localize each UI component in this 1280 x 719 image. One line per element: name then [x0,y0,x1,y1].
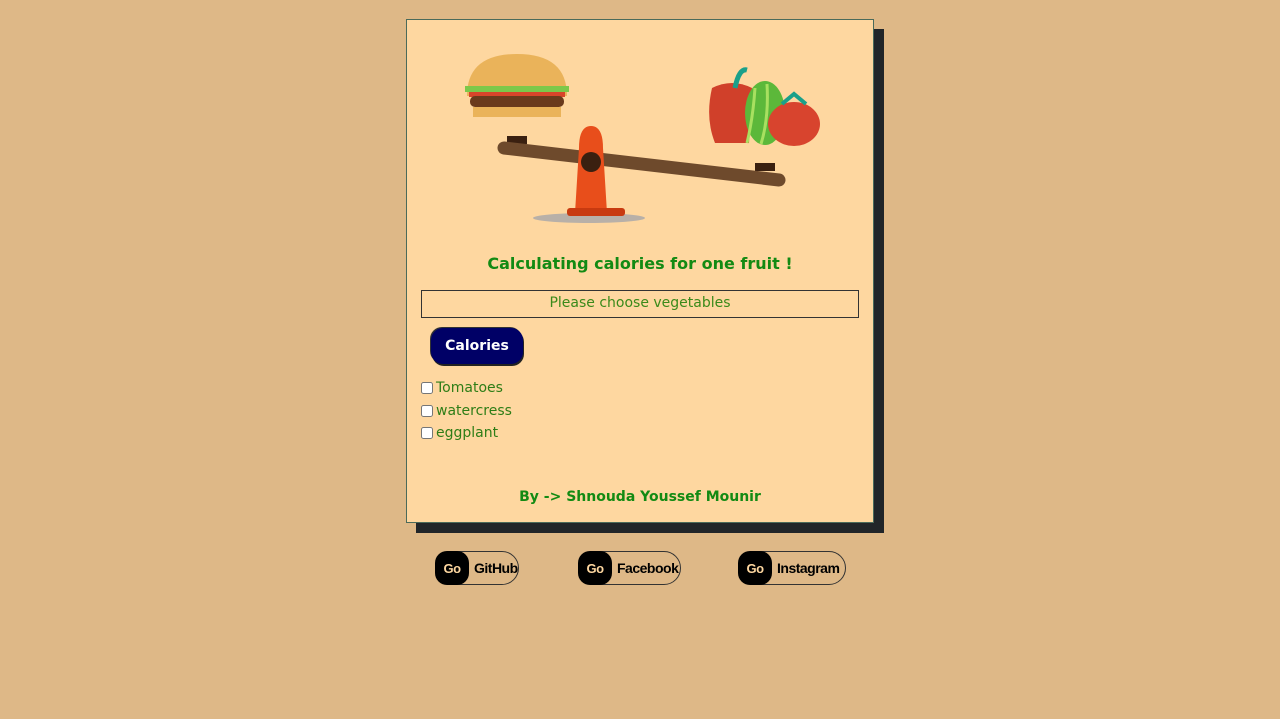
tomatoes-checkbox[interactable] [421,382,433,395]
github-link[interactable]: Go GitHub [435,551,519,585]
burger-icon [465,54,569,117]
option-label: eggplant [436,425,499,442]
option-label: watercress [436,402,512,419]
calorie-card: Calculating calories for one fruit ! Ple… [406,19,874,523]
option-eggplant[interactable]: eggplant [421,422,512,445]
facebook-link[interactable]: Go Facebook [578,551,681,585]
option-tomatoes[interactable]: Tomatoes [421,377,512,400]
go-badge: Go [738,551,772,585]
link-label: Instagram [777,560,840,576]
page-title: Calculating calories for one fruit ! [487,254,793,273]
go-badge: Go [435,551,469,585]
go-badge: Go [578,551,612,585]
vegetable-options: Tomatoes watercress eggplant [421,377,512,445]
author-credit: By -> Shnouda Youssef Mounir [519,489,761,505]
calories-button[interactable]: Calories [431,328,523,364]
result-display: Please choose vegetables [421,290,859,318]
instagram-link[interactable]: Go Instagram [738,551,846,585]
option-label: Tomatoes [436,380,503,397]
link-label: GitHub [474,560,518,576]
watercress-checkbox[interactable] [421,404,433,417]
eggplant-checkbox[interactable] [421,427,433,440]
vegetables-icon [709,67,820,146]
option-watercress[interactable]: watercress [421,400,512,423]
burger-vs-vegetables-seesaw-illustration [465,54,820,223]
link-label: Facebook [617,560,679,576]
